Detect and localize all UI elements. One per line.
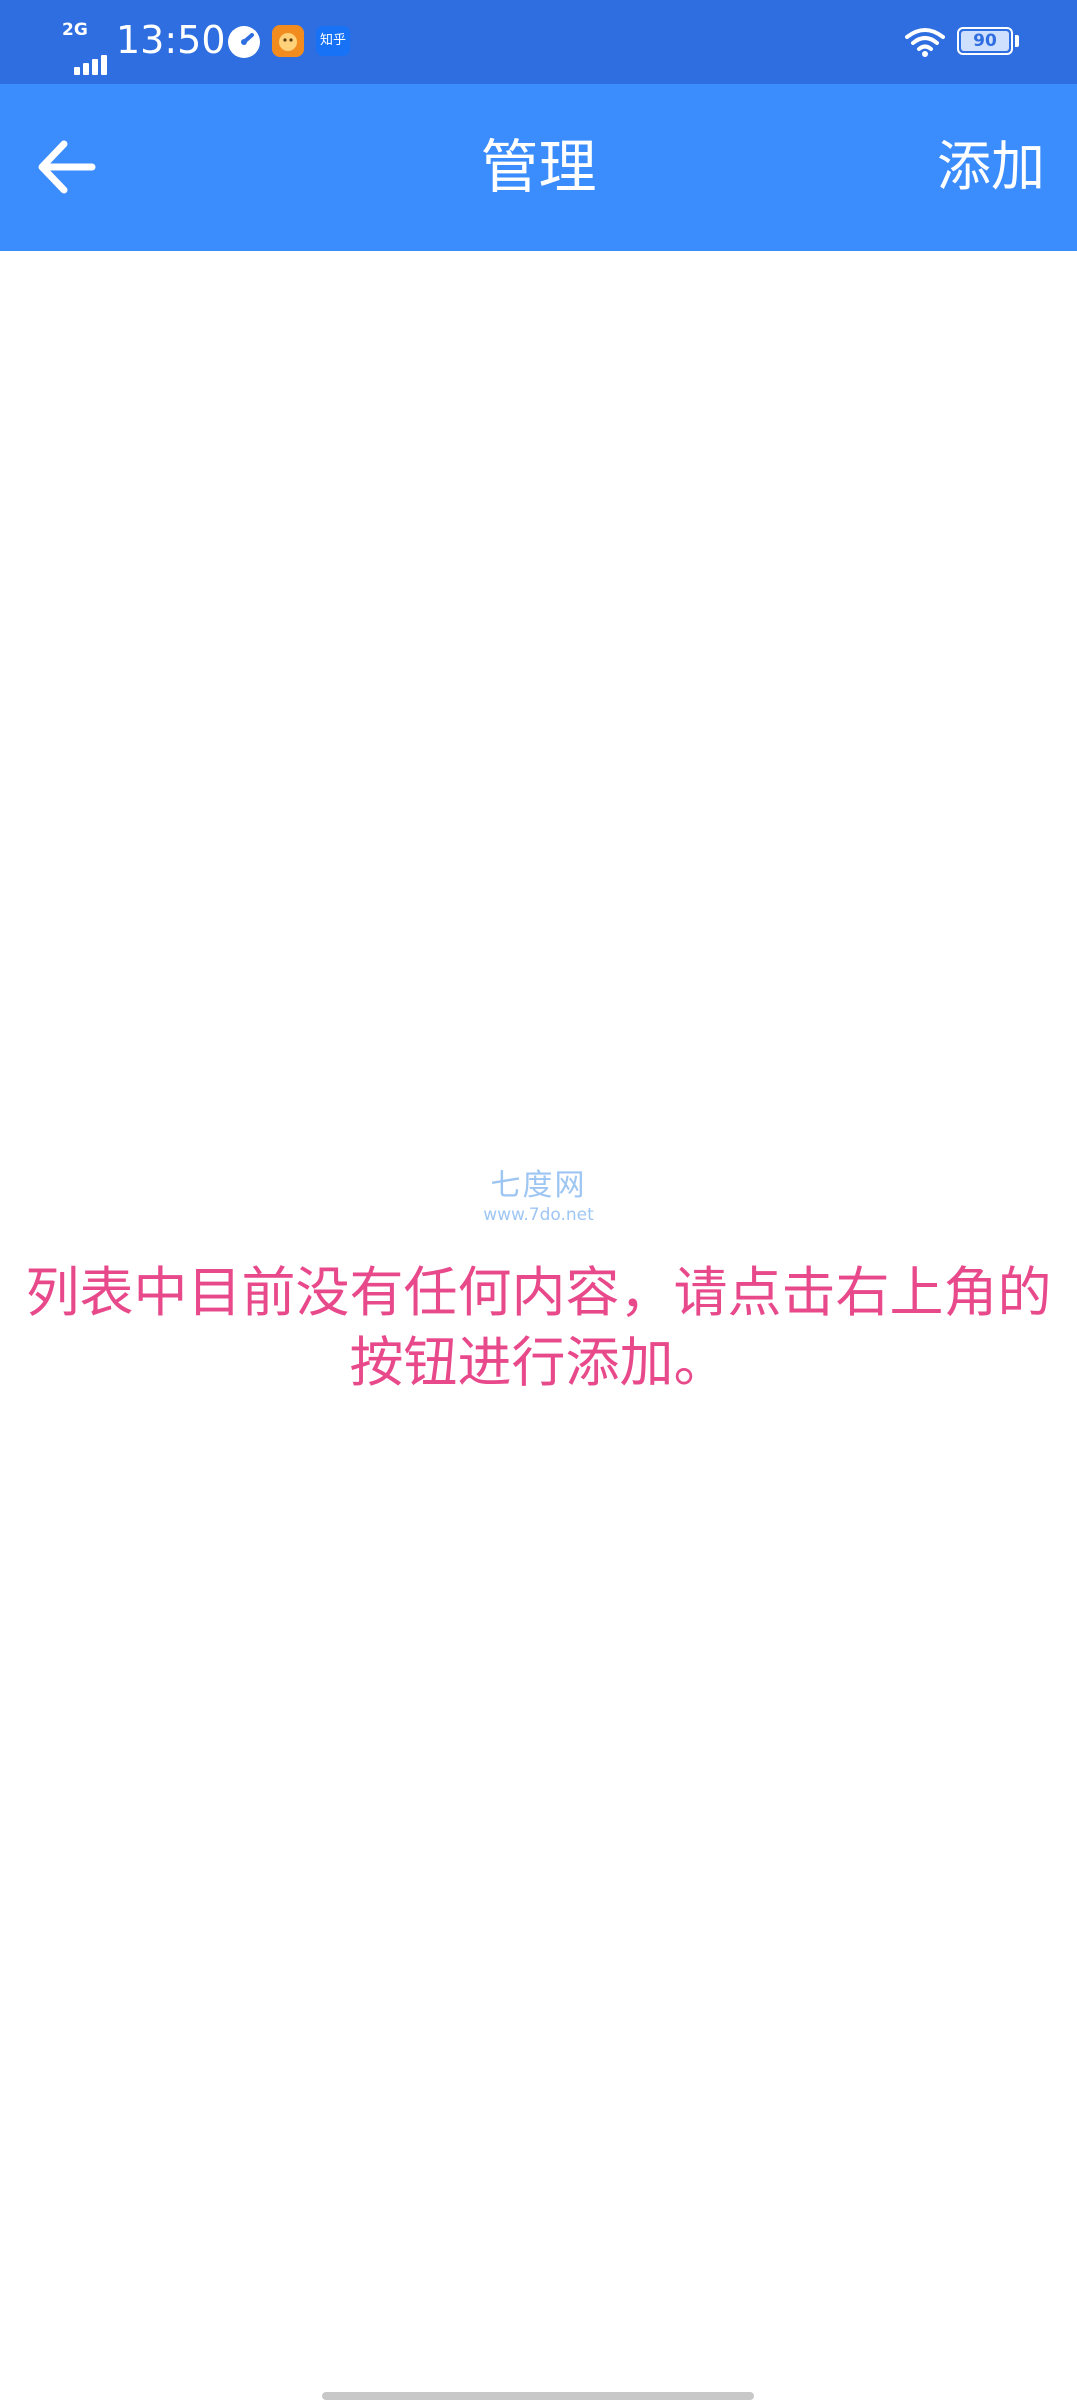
add-button[interactable]: 添加 [937,124,1045,210]
battery-icon: 90 [957,27,1013,55]
empty-state-message: 列表中目前没有任何内容，请点击右上角的按钮进行添加。 [25,1261,1052,1394]
speedometer-icon [228,26,260,58]
home-indicator[interactable] [322,2392,754,2400]
watermark-logo: 七度网 [490,1168,587,1203]
watermark: 七度网 www.7do.net [0,1168,1077,1226]
status-time: 13:50 [116,18,226,62]
battery-tip [1015,35,1019,47]
watermark-url: www.7do.net [483,1205,594,1225]
wifi-icon [905,28,945,57]
status-bar: 2G 13:50 知乎 90 [0,0,1077,84]
signal-bars-icon [74,53,110,75]
zhihu-notification-icon: 知乎 [316,26,350,56]
app-notification-icon [272,25,304,57]
network-type-label: 2G [62,20,88,40]
app-bar: 管理 添加 [0,84,1077,251]
battery-level: 90 [961,31,1009,51]
page-title: 管理 [480,133,597,201]
cellular-signal: 2G [60,20,110,75]
